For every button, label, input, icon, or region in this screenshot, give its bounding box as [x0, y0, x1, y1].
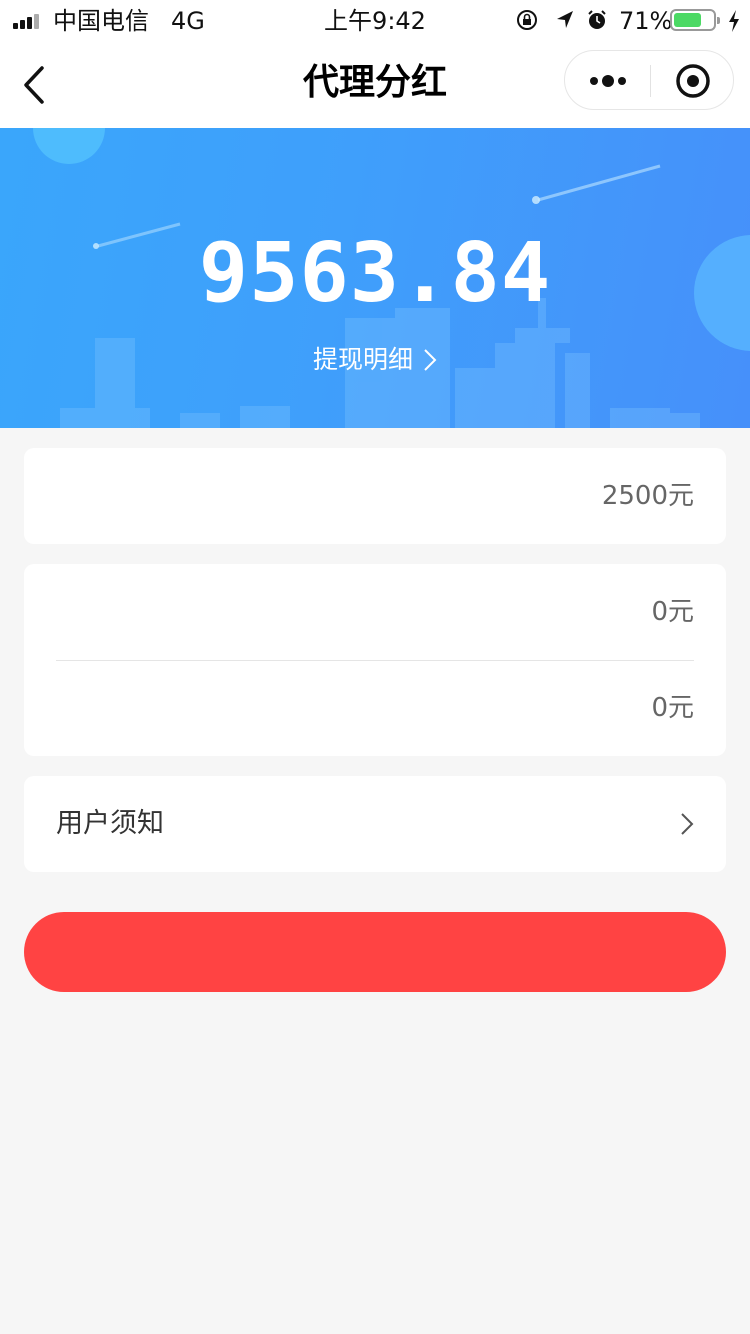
balance-amount: 9563.84: [198, 226, 552, 321]
rotation-lock-icon: [517, 10, 537, 30]
status-bar: 中国电信 4G 上午9:42 71%: [0, 0, 750, 42]
balance-banner: 9563.84 提现明细: [0, 128, 750, 428]
nav-bar: 代理分红: [0, 42, 750, 128]
battery-percent: 71%: [619, 7, 673, 35]
primary-action-button[interactable]: [24, 912, 726, 992]
alarm-clock-icon: [588, 10, 606, 29]
miniprogram-capsule: [564, 50, 734, 110]
stats-row: 0元: [56, 564, 694, 660]
location-arrow-icon: [557, 11, 573, 28]
chevron-right-icon: [424, 349, 437, 371]
amount-card: 2500元: [24, 448, 726, 544]
stats-card: 0元 0元: [24, 564, 726, 756]
more-button[interactable]: [565, 51, 650, 109]
close-miniprogram-button[interactable]: [651, 51, 735, 109]
user-notice-label: 用户须知: [56, 808, 164, 839]
withdraw-detail-label: 提现明细: [312, 345, 413, 374]
status-icons: [517, 10, 606, 30]
more-dots-icon: [590, 75, 626, 87]
withdraw-detail-link[interactable]: 提现明细: [0, 342, 750, 377]
amount-value: 2500元: [601, 481, 694, 511]
stats-value: 0元: [651, 597, 694, 627]
user-notice-item[interactable]: 用户须知: [24, 776, 726, 872]
stats-value: 0元: [651, 693, 694, 723]
close-target-icon: [676, 64, 710, 98]
charging-bolt-icon: [729, 10, 739, 32]
battery-icon: [670, 9, 720, 31]
chevron-right-icon: [681, 813, 694, 835]
amount-row: 2500元: [56, 448, 694, 544]
stats-row: 0元: [56, 660, 694, 756]
